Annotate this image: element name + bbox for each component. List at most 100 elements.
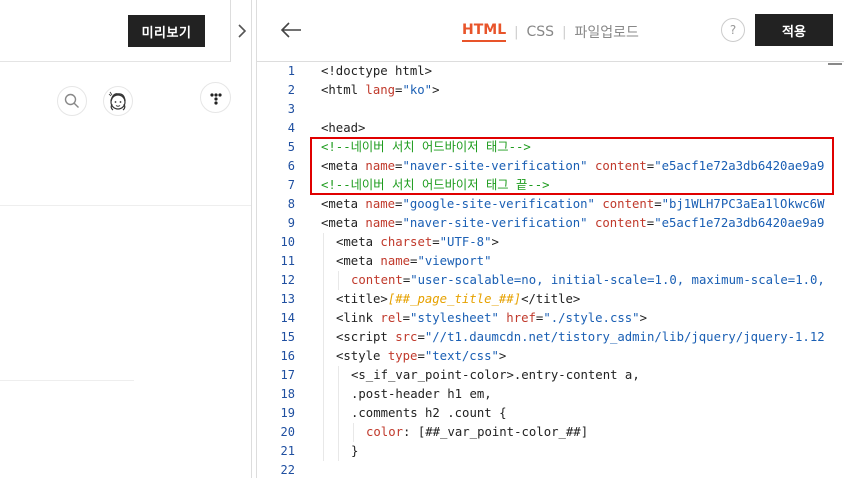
search-button[interactable] <box>57 86 87 116</box>
code-token: = <box>654 197 662 211</box>
code-token: "stylesheet" <box>410 311 499 325</box>
code-line: <s_if_var_point-color>.entry-content a, <box>351 366 640 385</box>
line-number: 10 <box>280 235 295 249</box>
code-line: } <box>351 442 358 461</box>
code-line: <meta name = "google-site-verification" co… <box>321 195 824 214</box>
code-token: > <box>491 235 499 249</box>
line-number: 6 <box>287 159 295 173</box>
dots-icon <box>209 92 222 105</box>
code-token: lang <box>365 83 396 97</box>
code-token: > <box>498 349 507 363</box>
line-number: 20 <box>280 425 295 439</box>
code-line: <meta name="viewport" <box>336 252 492 271</box>
line-number: 11 <box>280 254 295 268</box>
editor-header: HTML | CSS | 파일업로드 ? 적용 <box>257 0 844 62</box>
annotation-highlight-box <box>310 137 834 195</box>
indent-guide <box>338 271 339 290</box>
code-token: </title> <box>521 292 581 306</box>
line-number: 21 <box>280 444 295 458</box>
indent-guide <box>323 290 324 309</box>
code-token: <meta <box>336 254 381 268</box>
preview-toolbar: 미리보기 <box>0 0 251 62</box>
indent-guide <box>338 423 339 442</box>
code-content[interactable]: <!doctype html> <html lang="ko"> <head> <!-… <box>305 62 844 478</box>
code-token: "./style.css" <box>543 311 640 325</box>
indent-guide <box>338 404 339 423</box>
line-number: 22 <box>280 463 295 477</box>
code-line: <script src="//t1.daumcdn.net/tistory_ad… <box>336 328 825 347</box>
code-token: > <box>639 311 647 325</box>
line-number: 7 <box>287 178 295 192</box>
code-token: "naver-site-verification" <box>402 216 588 230</box>
indent-guide <box>323 252 324 271</box>
code-line: <meta name="naver-site-verification" con… <box>321 214 824 233</box>
line-number: 3 <box>287 102 295 116</box>
arrow-left-icon <box>280 22 301 38</box>
line-number: 19 <box>280 406 295 420</box>
chevron-right-icon <box>237 24 246 38</box>
apply-button[interactable]: 적용 <box>755 14 833 46</box>
indent-guide <box>323 233 324 252</box>
code-line: .comments h2 .count { <box>351 404 506 423</box>
code-token: > <box>432 83 440 97</box>
code-token: .comments h2 .count { <box>351 406 507 420</box>
code-token: type <box>387 349 418 363</box>
line-number: 18 <box>280 387 295 401</box>
tab-html[interactable]: HTML <box>462 22 507 42</box>
line-number: 15 <box>280 330 295 344</box>
code-token: rel <box>380 311 403 325</box>
code-token: <meta <box>336 235 381 249</box>
line-number: 17 <box>280 368 295 382</box>
code-token: "text/css" <box>424 349 499 363</box>
indent-guide <box>323 442 324 461</box>
code-token: "google-site-verification" <box>402 197 595 211</box>
avatar-illustration-icon <box>108 91 126 111</box>
line-number: 1 <box>287 64 295 78</box>
code-token: name <box>380 254 411 268</box>
code-token: <!doctype html> <box>321 64 433 78</box>
help-button[interactable]: ? <box>721 18 745 42</box>
code-token: <meta <box>321 197 366 211</box>
tab-separator: | <box>562 24 567 40</box>
line-number: 13 <box>280 292 295 306</box>
code-token: "ko" <box>402 83 433 97</box>
back-button[interactable] <box>277 16 305 44</box>
tab-css[interactable]: CSS <box>527 24 555 40</box>
more-options-button[interactable] <box>200 82 231 113</box>
code-editor[interactable]: 1 2 3 4 5 6 7 8 9 10 11 12 13 14 15 16 17 18 19 20 21 22 <!do… <box>257 62 844 478</box>
line-number: 14 <box>280 311 295 325</box>
code-token: = <box>417 330 425 344</box>
line-number: 16 <box>280 349 295 363</box>
code-token: content <box>602 197 655 211</box>
preview-button[interactable]: 미리보기 <box>128 15 205 47</box>
code-token: "bj1WLH7PC3aEa1lOkwc6W <box>661 197 825 211</box>
code-token: <s_if_var_point-color>.entry-content a, <box>351 368 640 382</box>
line-number: 9 <box>287 216 295 230</box>
html-editor-pane: HTML | CSS | 파일업로드 ? 적용 1 2 3 4 5 6 7 8 9 10 11 12 1… <box>256 0 844 478</box>
collapse-toggle[interactable] <box>230 0 251 62</box>
code-token: "UTF-8" <box>439 235 492 249</box>
code-token: <head> <box>321 121 366 135</box>
code-token: <link <box>336 311 381 325</box>
code-token: "e5acf1e72a3db6420ae9a9 <box>654 216 825 230</box>
scrollbar-thumb[interactable] <box>828 63 842 65</box>
code-token: = <box>402 311 411 325</box>
tab-file-upload[interactable]: 파일업로드 <box>574 22 638 42</box>
code-line: .post-header h1 em, <box>351 385 492 404</box>
code-token: "//t1.daumcdn.net/tistory_admin/lib/jque… <box>424 330 825 344</box>
divider <box>0 380 134 381</box>
indent-guide <box>338 385 339 404</box>
code-token: [##_page_title_##] <box>387 292 522 306</box>
code-token: <meta <box>321 216 366 230</box>
code-token: color <box>366 425 404 439</box>
avatar[interactable] <box>103 86 133 116</box>
code-line: <!doctype html> <box>321 62 432 81</box>
code-token: <style <box>336 349 388 363</box>
code-token: = <box>417 349 425 363</box>
indent-guide <box>353 423 354 442</box>
line-number: 4 <box>287 121 295 135</box>
line-number: 2 <box>287 83 295 97</box>
code-token: <html <box>321 83 366 97</box>
code-token: "viewport" <box>417 254 492 268</box>
